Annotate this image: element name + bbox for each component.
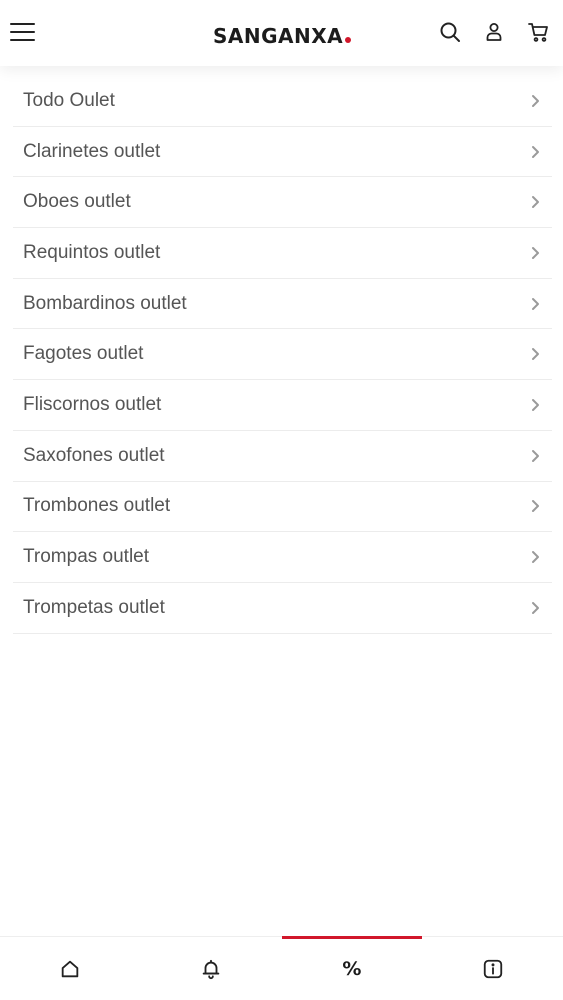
- nav-outlet[interactable]: %: [281, 936, 423, 1000]
- chevron-right-icon: [530, 246, 542, 260]
- cart-icon[interactable]: [527, 20, 551, 44]
- chevron-right-icon: [530, 499, 542, 513]
- nav-info[interactable]: [422, 937, 563, 1000]
- category-label: Bombardinos outlet: [23, 292, 187, 314]
- chevron-right-icon: [530, 347, 542, 361]
- user-icon[interactable]: [482, 20, 506, 44]
- category-item[interactable]: Trompas outlet: [13, 532, 552, 583]
- brand-logo[interactable]: SANGANXA: [213, 22, 352, 48]
- chevron-right-icon: [530, 94, 542, 108]
- category-item[interactable]: Clarinetes outlet: [13, 127, 552, 178]
- category-item[interactable]: Oboes outlet: [13, 177, 552, 229]
- chevron-right-icon: [530, 601, 542, 615]
- chevron-right-icon: [530, 195, 542, 209]
- category-label: Oboes outlet: [23, 191, 131, 213]
- menu-bar: [10, 31, 35, 34]
- menu-bar: [10, 39, 35, 42]
- search-icon[interactable]: [438, 20, 462, 44]
- top-header: SANGANXA: [0, 0, 563, 66]
- category-item[interactable]: Saxofones outlet: [13, 431, 552, 482]
- category-label: Trompas outlet: [23, 546, 150, 568]
- category-item[interactable]: Trombones outlet: [13, 482, 552, 533]
- category-item[interactable]: Bombardinos outlet: [13, 279, 552, 330]
- chevron-right-icon: [530, 297, 542, 311]
- logo-dot: [345, 37, 352, 43]
- category-item[interactable]: Fagotes outlet: [13, 329, 552, 381]
- nav-home[interactable]: [0, 937, 141, 1000]
- category-label: Requintos outlet: [23, 241, 161, 263]
- menu-icon[interactable]: [10, 20, 36, 44]
- chevron-right-icon: [530, 398, 542, 412]
- category-label: Fliscornos outlet: [23, 393, 162, 415]
- nav-notifications[interactable]: [141, 937, 282, 1000]
- outlet-category-list: Todo Oulet Clarinetes outlet Oboes outle…: [13, 76, 552, 634]
- brand-name: SANGANXA: [213, 24, 344, 48]
- category-item[interactable]: Todo Oulet: [13, 76, 552, 127]
- category-item[interactable]: Requintos outlet: [13, 228, 552, 279]
- chevron-right-icon: [530, 145, 542, 159]
- category-label: Fagotes outlet: [23, 343, 144, 365]
- category-item[interactable]: Trompetas outlet: [13, 583, 552, 634]
- category-label: Trompetas outlet: [23, 596, 165, 618]
- chevron-right-icon: [530, 550, 542, 564]
- percent-icon: %: [342, 957, 362, 980]
- bell-icon: [200, 958, 222, 980]
- category-item[interactable]: Fliscornos outlet: [13, 380, 552, 431]
- chevron-right-icon: [530, 449, 542, 463]
- info-icon: [482, 958, 504, 980]
- category-label: Clarinetes outlet: [23, 140, 161, 162]
- home-icon: [59, 958, 81, 980]
- bottom-navigation: %: [0, 936, 563, 1000]
- category-label: Todo Oulet: [23, 89, 115, 111]
- category-label: Saxofones outlet: [23, 444, 165, 466]
- menu-bar: [10, 23, 35, 26]
- category-label: Trombones outlet: [23, 495, 171, 517]
- active-tab-indicator: [281, 936, 423, 939]
